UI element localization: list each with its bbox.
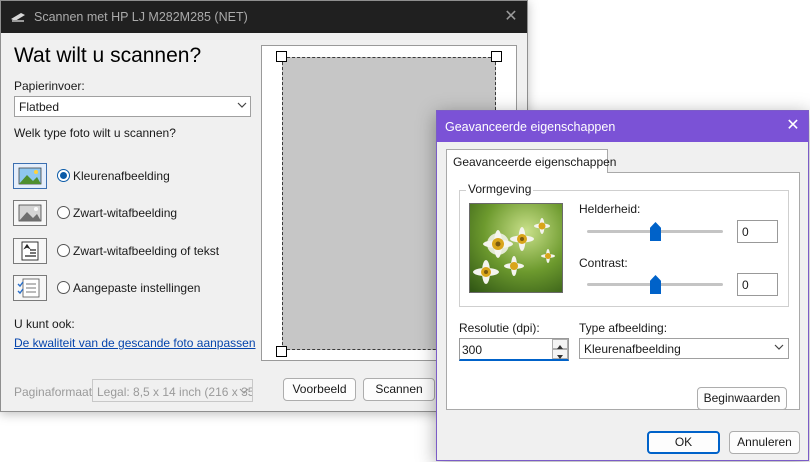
option-black-white-text[interactable]: Zwart-witafbeelding of tekst — [13, 238, 253, 264]
radio-black-white-text[interactable] — [57, 244, 70, 257]
tab-advanced-properties[interactable]: Geavanceerde eigenschappen — [446, 149, 616, 173]
resolution-label: Resolutie (dpi): — [459, 321, 540, 335]
option-grayscale-picture[interactable]: Zwart-witafbeelding — [13, 200, 253, 226]
contrast-value: 0 — [742, 278, 749, 292]
paper-feed-label: Papierinvoer: — [14, 79, 85, 93]
chevron-down-icon — [774, 344, 784, 350]
adjust-quality-link[interactable]: De kwaliteit van de gescande foto aanpas… — [14, 336, 256, 350]
chevron-down-icon — [239, 388, 249, 394]
black-white-text-icon[interactable] — [13, 238, 47, 264]
cancel-button[interactable]: Annuleren — [729, 431, 800, 454]
color-picture-icon[interactable] — [13, 163, 47, 189]
spin-down-button[interactable] — [552, 349, 568, 359]
grayscale-picture-icon[interactable] — [13, 200, 47, 226]
custom-settings-icon[interactable] — [13, 275, 47, 301]
crop-handle-top-right[interactable] — [491, 51, 502, 62]
appearance-group-title: Vormgeving — [466, 182, 534, 196]
advanced-properties-dialog: Geavanceerde eigenschappen ✕ Geavanceerd… — [436, 110, 809, 461]
brightness-input[interactable]: 0 — [737, 220, 778, 243]
scanner-app-icon — [11, 13, 25, 22]
dialog-titlebar: Geavanceerde eigenschappen ✕ — [437, 111, 808, 142]
paper-feed-value: Flatbed — [19, 100, 60, 114]
chevron-down-icon — [237, 102, 247, 108]
preview-photo — [469, 203, 563, 293]
option-label-color-picture: Kleurenafbeelding — [73, 169, 170, 183]
brightness-value: 0 — [742, 225, 749, 239]
photo-type-label: Welk type foto wilt u scannen? — [14, 126, 176, 140]
resolution-value: 300 — [462, 343, 483, 357]
option-label-black-white-text: Zwart-witafbeelding of tekst — [73, 244, 220, 258]
brightness-label: Helderheid: — [579, 202, 641, 216]
option-label-custom-settings: Aangepaste instellingen — [73, 281, 201, 295]
image-type-label: Type afbeelding: — [579, 321, 668, 335]
ok-button[interactable]: OK — [647, 431, 720, 454]
dialog-title: Geavanceerde eigenschappen — [445, 120, 616, 134]
contrast-input[interactable]: 0 — [737, 273, 778, 296]
contrast-label: Contrast: — [579, 256, 628, 270]
page-size-label: Paginaformaat: — [14, 385, 96, 399]
image-type-value: Kleurenafbeelding — [584, 342, 681, 356]
scan-window-title: Scannen met HP LJ M282M285 (NET) — [34, 10, 248, 24]
can-also-label: U kunt ook: — [14, 317, 75, 331]
tab-label: Geavanceerde eigenschappen — [453, 155, 617, 169]
option-label-grayscale-picture: Zwart-witafbeelding — [73, 206, 178, 220]
radio-grayscale-picture[interactable] — [57, 206, 70, 219]
radio-custom-settings[interactable] — [57, 281, 70, 294]
scan-window-titlebar: Scannen met HP LJ M282M285 (NET) ✕ — [1, 1, 527, 33]
scan-window-close-button[interactable]: ✕ — [497, 5, 525, 29]
reset-defaults-button[interactable]: Beginwaarden — [697, 387, 787, 410]
option-color-picture[interactable]: Kleurenafbeelding — [13, 163, 253, 189]
image-type-select[interactable]: Kleurenafbeelding — [579, 338, 789, 359]
spin-up-button[interactable] — [552, 339, 568, 349]
arrow-down-icon — [557, 355, 563, 359]
crop-handle-top-left[interactable] — [276, 51, 287, 62]
page-size-select[interactable]: Legal: 8,5 x 14 inch (216 x 356 mm) — [92, 379, 253, 402]
crop-handle-bottom-left[interactable] — [276, 346, 287, 357]
resolution-spinner[interactable] — [552, 339, 568, 359]
preview-button[interactable]: Voorbeeld — [283, 378, 356, 401]
page-heading: Wat wilt u scannen? — [14, 44, 202, 67]
paper-feed-select[interactable]: Flatbed — [14, 96, 251, 117]
dialog-close-button[interactable]: ✕ — [781, 115, 805, 137]
option-custom-settings[interactable]: Aangepaste instellingen — [13, 275, 253, 301]
radio-color-picture[interactable] — [57, 169, 70, 182]
scan-button[interactable]: Scannen — [363, 378, 435, 401]
page-size-value: Legal: 8,5 x 14 inch (216 x 356 mm) — [97, 385, 252, 399]
